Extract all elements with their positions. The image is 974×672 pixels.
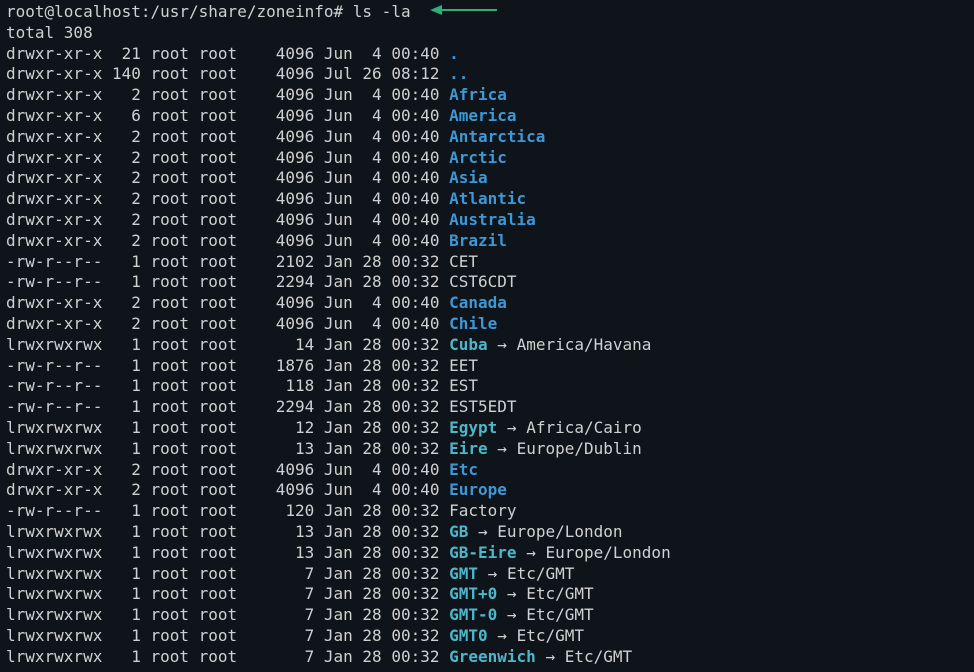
- symlink-target: Etc/GMT: [517, 626, 584, 645]
- entry-name: Atlantic: [449, 189, 526, 208]
- entry-name: GMT+0: [449, 584, 497, 603]
- file-listing: drwxr-xr-x 21 root root 4096 Jun 4 00:40…: [6, 44, 671, 666]
- entry-name: CET: [449, 252, 478, 271]
- entry-name: Factory: [449, 501, 516, 520]
- symlink-target: America/Havana: [517, 335, 652, 354]
- symlink-target: Europe/London: [497, 522, 622, 541]
- entry-name: America: [449, 106, 516, 125]
- entry-name: Arctic: [449, 148, 507, 167]
- symlink-target: Etc/GMT: [526, 584, 593, 603]
- symlink-arrow-icon: →: [497, 335, 507, 354]
- entry-name: Antarctica: [449, 127, 545, 146]
- symlink-target: Etc/GMT: [507, 564, 574, 583]
- entry-name: Greenwich: [449, 647, 536, 666]
- entry-name: Australia: [449, 210, 536, 229]
- symlink-target: Etc/GMT: [526, 605, 593, 624]
- entry-name: Europe: [449, 480, 507, 499]
- entry-name: GMT0: [449, 626, 488, 645]
- entry-name: EET: [449, 356, 478, 375]
- symlink-arrow-icon: →: [545, 647, 555, 666]
- terminal-output[interactable]: root@localhost:/usr/share/zoneinfo# ls -…: [0, 0, 974, 672]
- symlink-target: Africa/Cairo: [526, 418, 642, 437]
- entry-name: Chile: [449, 314, 497, 333]
- symlink-arrow-icon: →: [526, 543, 536, 562]
- entry-name: Canada: [449, 293, 507, 312]
- entry-name: Brazil: [449, 231, 507, 250]
- entry-name: GB: [449, 522, 468, 541]
- total-line: total 308: [6, 23, 93, 42]
- entry-name: Asia: [449, 168, 488, 187]
- symlink-arrow-icon: →: [497, 439, 507, 458]
- symlink-arrow-icon: →: [507, 605, 517, 624]
- entry-name: ..: [449, 64, 468, 83]
- entry-name: Etc: [449, 460, 478, 479]
- annotation-arrow-icon: [430, 2, 498, 23]
- symlink-arrow-icon: →: [497, 626, 507, 645]
- shell-prompt: root@localhost:/usr/share/zoneinfo#: [6, 2, 353, 21]
- entry-name: GMT-0: [449, 605, 497, 624]
- symlink-target: Europe/London: [545, 543, 670, 562]
- entry-name: Eire: [449, 439, 488, 458]
- entry-name: EST: [449, 376, 478, 395]
- entry-name: GMT: [449, 564, 478, 583]
- entry-name: GB-Eire: [449, 543, 516, 562]
- symlink-target: Etc/GMT: [565, 647, 632, 666]
- shell-command: ls -la: [353, 2, 411, 21]
- entry-name: .: [449, 44, 459, 63]
- entry-name: CST6CDT: [449, 272, 516, 291]
- symlink-arrow-icon: →: [507, 418, 517, 437]
- symlink-arrow-icon: →: [488, 564, 498, 583]
- entry-name: Africa: [449, 85, 507, 104]
- symlink-arrow-icon: →: [507, 584, 517, 603]
- entry-name: Egypt: [449, 418, 497, 437]
- symlink-target: Europe/Dublin: [517, 439, 642, 458]
- entry-name: EST5EDT: [449, 397, 516, 416]
- symlink-arrow-icon: →: [478, 522, 488, 541]
- entry-name: Cuba: [449, 335, 488, 354]
